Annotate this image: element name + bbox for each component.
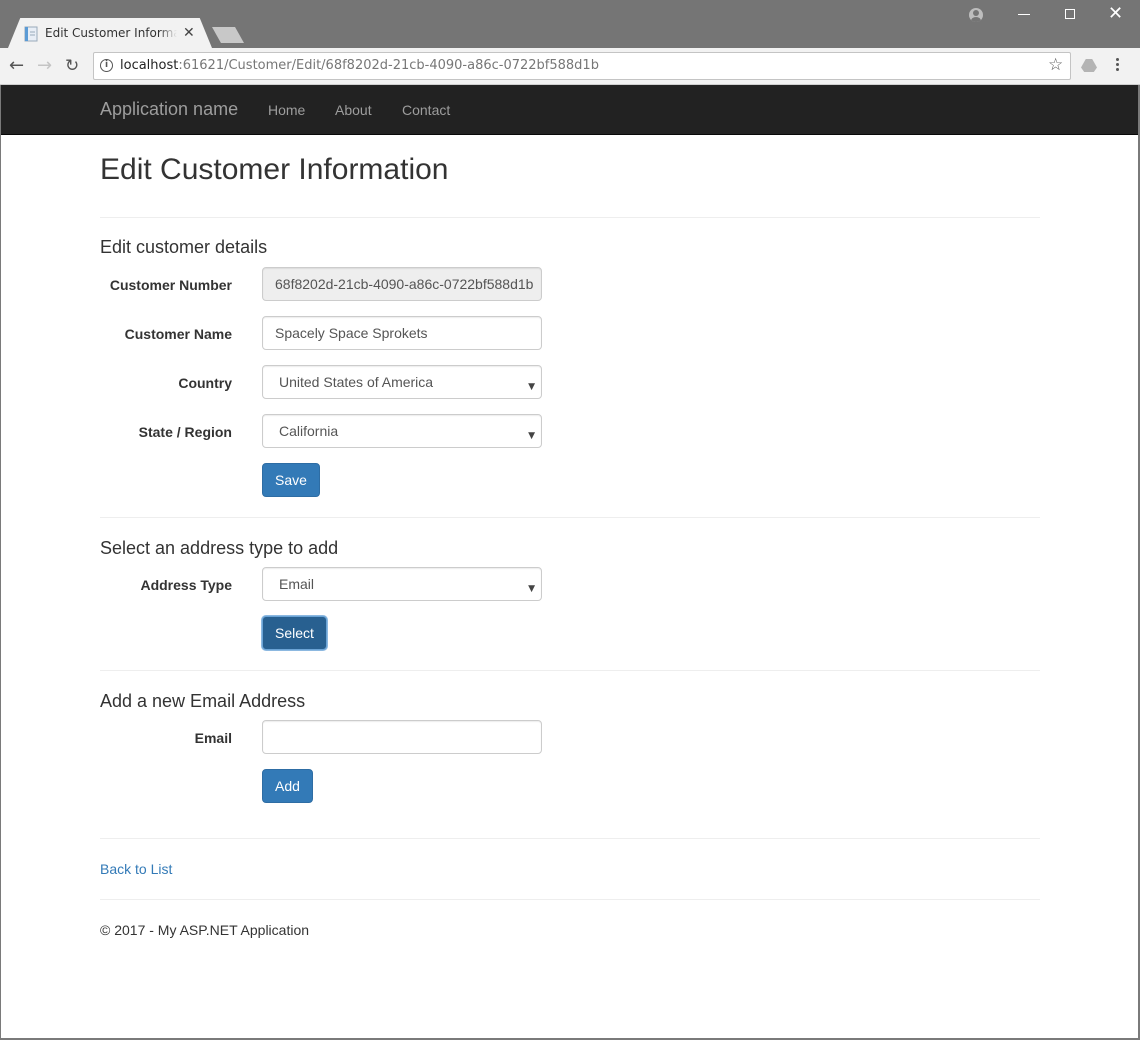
footer-text: © 2017 - My ASP.NET Application (100, 922, 310, 938)
reload-icon[interactable]: ↻ (65, 55, 79, 77)
nav-link-contact[interactable]: Contact (402, 102, 450, 118)
select-button[interactable]: Select (262, 616, 327, 650)
save-button[interactable]: Save (262, 463, 320, 497)
tab-title: Edit Customer Information (45, 26, 177, 40)
country-selected-value: United States of America (279, 374, 434, 390)
url-path: :61621/Customer/Edit/68f8202d-21cb-4090-… (178, 58, 599, 73)
state-selected-value: California (279, 423, 339, 439)
state-select[interactable]: California ▼ (262, 414, 542, 448)
divider (100, 838, 1040, 839)
info-icon[interactable]: i (100, 59, 113, 72)
address-type-select[interactable]: Email ▼ (262, 567, 542, 601)
minimize-icon[interactable] (1018, 14, 1030, 15)
country-label: Country (178, 375, 232, 391)
email-label: Email (194, 730, 232, 746)
divider (100, 517, 1040, 518)
kebab-menu-icon[interactable] (1116, 58, 1120, 74)
url-text[interactable]: localhost:61621/Customer/Edit/68f8202d-2… (120, 58, 599, 73)
footer-divider (100, 899, 1040, 900)
window-close-icon[interactable]: ✕ (1108, 3, 1123, 24)
maximize-icon[interactable] (1065, 9, 1075, 19)
chevron-down-icon: ▼ (528, 584, 535, 594)
divider (100, 217, 1040, 218)
page-viewport: Application name Home About Contact Edit… (1, 85, 1138, 1038)
page-title: Edit Customer Information (100, 153, 449, 186)
star-icon[interactable]: ☆ (1048, 55, 1063, 75)
back-to-list-link[interactable]: Back to List (100, 861, 172, 877)
back-arrow-icon[interactable]: ← (9, 55, 24, 77)
chevron-down-icon: ▼ (528, 431, 535, 441)
section-title-details: Edit customer details (100, 237, 268, 257)
divider (100, 670, 1040, 671)
customer-name-label: Customer Name (124, 326, 232, 342)
forward-arrow-icon[interactable]: → (37, 55, 52, 77)
nav-link-home[interactable]: Home (268, 102, 305, 118)
section-title-email: Add a new Email Address (100, 691, 306, 711)
url-host: localhost (120, 58, 179, 73)
brand-link[interactable]: Application name (100, 99, 238, 120)
navbar: Application name Home About Contact (1, 85, 1138, 135)
tab-close-icon[interactable]: ✕ (183, 25, 195, 41)
chevron-down-icon: ▼ (528, 382, 535, 392)
state-label: State / Region (138, 424, 232, 440)
add-button[interactable]: Add (262, 769, 313, 803)
page-icon (24, 26, 38, 42)
address-type-label: Address Type (140, 577, 232, 593)
profile-icon[interactable] (969, 8, 983, 22)
country-select[interactable]: United States of America ▼ (262, 365, 542, 399)
customer-name-input[interactable]: Spacely Space Sprokets (262, 316, 542, 350)
section-title-address-type: Select an address type to add (100, 538, 339, 558)
address-type-selected-value: Email (279, 576, 315, 592)
customer-number-field: 68f8202d-21cb-4090-a86c-0722bf588d1b (262, 267, 542, 301)
customer-number-label: Customer Number (109, 277, 232, 293)
email-input[interactable] (262, 720, 542, 754)
nav-link-about[interactable]: About (335, 102, 372, 118)
